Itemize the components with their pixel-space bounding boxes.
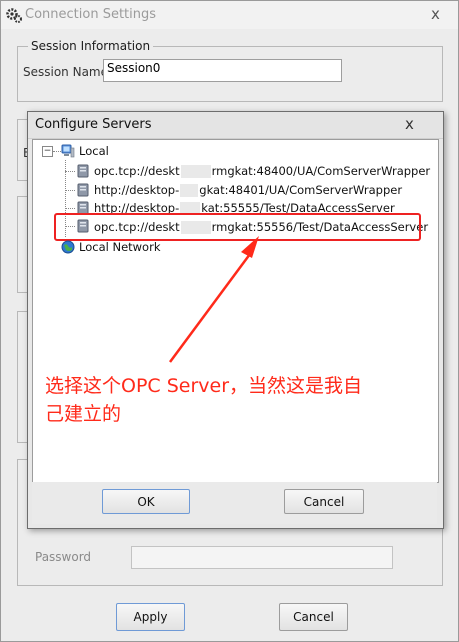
annotation-text: 选择这个OPC Server，当然这是我自 己建立的 xyxy=(45,372,395,428)
annotation-arrow xyxy=(168,236,259,363)
annotation-line-2: 己建立的 xyxy=(45,403,122,425)
annotation-line-1: 选择这个OPC Server，当然这是我自 xyxy=(45,375,363,397)
